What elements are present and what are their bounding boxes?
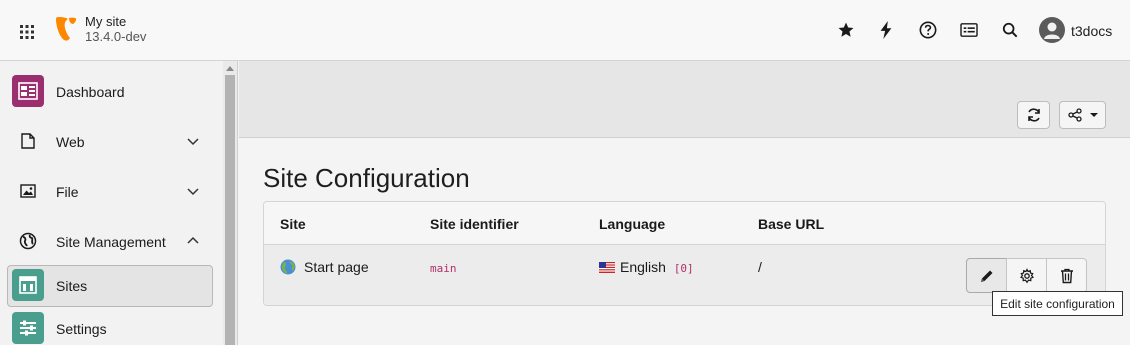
sidebar-item-web[interactable]: Web: [7, 121, 213, 163]
site-version: 13.4.0-dev: [85, 29, 147, 44]
column-header-base-url: Base URL: [758, 216, 825, 232]
sidebar-item-settings[interactable]: Settings: [7, 308, 213, 345]
gear-icon: [1019, 267, 1034, 283]
dashboard-icon: [12, 75, 44, 107]
apps-icon[interactable]: [15, 20, 39, 44]
row-actions: [966, 258, 1087, 293]
base-url: /: [758, 259, 762, 275]
site-name-text: Start page: [304, 259, 369, 275]
settings-icon: [12, 312, 44, 344]
scroll-up-arrow-icon[interactable]: [226, 65, 234, 71]
help-icon[interactable]: [917, 19, 939, 41]
chevron-down-icon[interactable]: [187, 135, 199, 147]
sidebar-item-label: Settings: [56, 321, 107, 337]
sidebar-item-label: Sites: [56, 278, 88, 294]
share-icon: [1067, 108, 1082, 122]
module-menu: Dashboard Web File Site Management Sites…: [0, 61, 238, 345]
column-header-site: Site: [280, 216, 306, 232]
sidebar-item-dashboard[interactable]: Dashboard: [7, 71, 213, 113]
refresh-icon: [1027, 108, 1040, 122]
caret-down-icon: [1089, 113, 1098, 117]
column-header-identifier: Site identifier: [430, 216, 519, 232]
site-globe-icon: [280, 259, 296, 275]
user-name[interactable]: t3docs: [1071, 23, 1112, 39]
star-icon[interactable]: [835, 19, 857, 41]
reload-button[interactable]: [1017, 101, 1050, 129]
language-id: [0]: [673, 262, 694, 275]
pencil-icon: [980, 270, 992, 282]
sidebar-item-label: Dashboard: [56, 84, 125, 100]
user-avatar-icon[interactable]: [1039, 17, 1065, 43]
bolt-icon[interactable]: [875, 19, 897, 41]
sites-table: Site Site identifier Language Base URL S…: [263, 201, 1106, 306]
site-identifier: main: [430, 262, 457, 275]
sidebar-item-label: Site Management: [56, 234, 166, 250]
language-cell: English [0]: [599, 259, 694, 275]
delete-button[interactable]: [1046, 258, 1087, 293]
table-header: Site Site identifier Language Base URL: [264, 202, 1105, 245]
globe-icon: [12, 225, 44, 257]
sidebar-item-label: File: [56, 184, 79, 200]
chevron-down-icon[interactable]: [187, 185, 199, 197]
chevron-up-icon[interactable]: [187, 235, 199, 247]
sidebar-item-label: Web: [56, 134, 85, 150]
sidebar-item-file[interactable]: File: [7, 171, 213, 213]
edit-tooltip: Edit site configuration: [992, 291, 1123, 316]
edit-button[interactable]: [966, 258, 1007, 293]
site-cell[interactable]: Start page: [280, 259, 369, 275]
settings-button[interactable]: [1006, 258, 1047, 293]
sites-icon: [12, 269, 44, 301]
typo3-logo-icon[interactable]: [54, 16, 78, 42]
us-flag-icon: [599, 262, 615, 273]
list-icon[interactable]: [958, 19, 980, 41]
doc-header: [239, 61, 1130, 138]
sidebar-scrollbar[interactable]: [223, 61, 237, 345]
page-icon: [12, 125, 44, 157]
sidebar-item-site-management[interactable]: Site Management: [7, 221, 213, 263]
sidebar-item-sites[interactable]: Sites: [7, 265, 213, 307]
language-name: English: [620, 259, 666, 275]
search-icon[interactable]: [999, 19, 1021, 41]
trash-icon: [1060, 268, 1073, 283]
scrollbar-thumb[interactable]: [225, 75, 235, 345]
image-icon: [12, 175, 44, 207]
column-header-language: Language: [599, 216, 666, 232]
page-title: Site Configuration: [263, 163, 470, 193]
site-name: My site: [85, 14, 127, 29]
table-row: Start page main English [0] /: [264, 245, 1105, 305]
share-dropdown-button[interactable]: [1059, 101, 1106, 129]
topbar: My site 13.4.0-dev t3docs: [0, 0, 1130, 61]
